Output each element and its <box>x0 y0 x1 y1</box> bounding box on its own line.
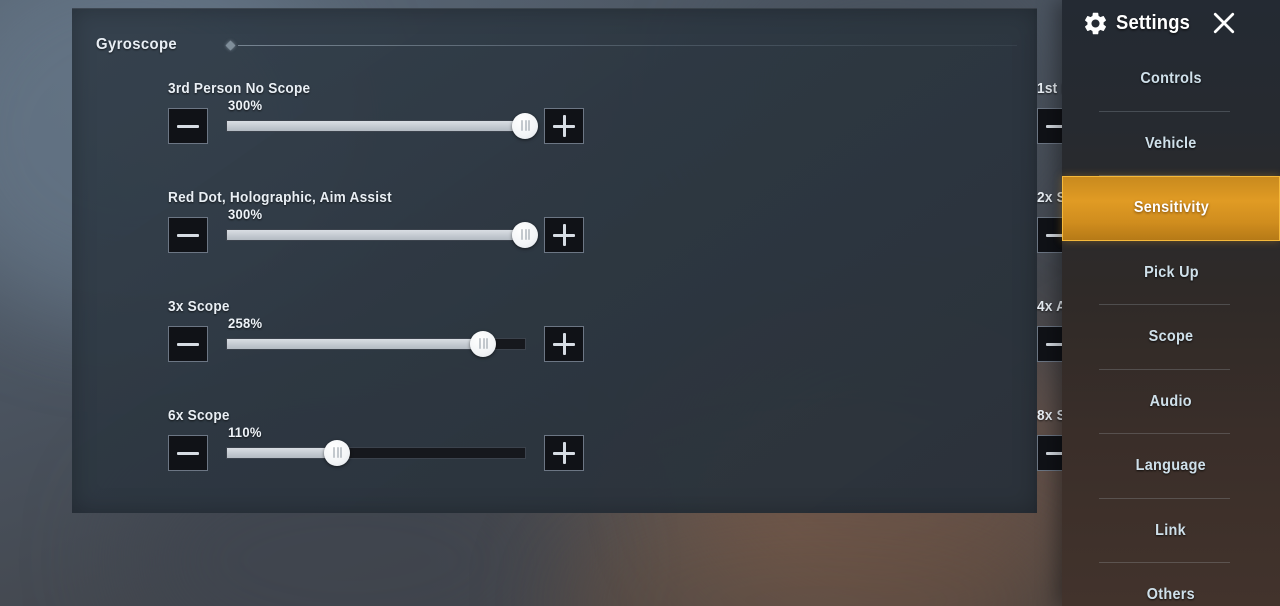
background-blur-decoration <box>560 500 1080 606</box>
decrease-button[interactable] <box>168 326 208 362</box>
sensitivity-setting: 3x Scope 258% <box>72 285 584 394</box>
decrease-button[interactable] <box>168 217 208 253</box>
sidebar-item-label: Vehicle <box>1145 134 1197 152</box>
sidebar-item-label: Sensitivity <box>1133 199 1209 217</box>
sidebar-item-link[interactable]: Link <box>1062 499 1280 564</box>
sidebar-item-label: Link <box>1155 521 1187 539</box>
decrease-button[interactable] <box>168 435 208 471</box>
sidebar-item-label: Scope <box>1148 328 1194 346</box>
decrease-button[interactable] <box>168 108 208 144</box>
sidebar-item-label: Pick Up <box>1143 263 1199 281</box>
sensitivity-setting: Red Dot, Holographic, Aim Assist 300% <box>72 176 584 285</box>
slider-thumb[interactable] <box>324 440 351 466</box>
settings-sidebar: Settings Controls Vehicle Sensitivity Pick … <box>1062 0 1280 606</box>
sidebar-item-sensitivity[interactable]: Sensitivity <box>1062 176 1280 241</box>
setting-label: 6x Scope <box>168 408 230 424</box>
setting-label: Red Dot, Holographic, Aim Assist <box>168 190 392 206</box>
sidebar-item-vehicle[interactable]: Vehicle <box>1062 112 1280 177</box>
sensitivity-setting: 8x Scope134% <box>441 394 1280 503</box>
slider-row: 6x Scope110%8x Scope134% <box>72 394 1280 503</box>
slider-fill <box>227 448 338 458</box>
sidebar-header: Settings <box>1062 0 1280 46</box>
slider-row: 3rd Person No Scope300%1st Person No Sco… <box>72 67 1280 176</box>
sidebar-menu: Controls Vehicle Sensitivity Pick Up Scope Au… <box>1062 46 1280 606</box>
slider-row: Red Dot, Holographic, Aim Assist300%2x S… <box>72 176 1280 285</box>
panel-header: Gyroscope <box>96 31 1017 59</box>
sidebar-title: Settings <box>1116 11 1191 34</box>
sensitivity-setting: 1st Person No Scope300% <box>441 67 1280 176</box>
diamond-marker-icon <box>225 40 236 50</box>
setting-label: 3rd Person No Scope <box>168 81 311 97</box>
sidebar-item-label: Language <box>1135 457 1207 475</box>
sensitivity-setting: 2x Scope300% <box>441 176 1280 285</box>
header-divider <box>238 44 1017 46</box>
close-icon[interactable] <box>1209 8 1239 38</box>
sidebar-item-controls[interactable]: Controls <box>1062 47 1280 112</box>
game-settings-screen: Gyroscope 3rd Person No Scope300%1st Per… <box>0 0 1280 606</box>
sidebar-item-label: Controls <box>1140 70 1202 88</box>
sidebar-item-others[interactable]: Others <box>1062 563 1280 606</box>
sidebar-item-label: Audio <box>1149 392 1193 410</box>
setting-label: 3x Scope <box>168 299 230 315</box>
slider-row: 3x Scope258%4x ACOG Scope, VSS185% <box>72 285 1280 394</box>
sensitivity-setting: 3rd Person No Scope 300% <box>72 67 584 176</box>
section-title-gyroscope: Gyroscope <box>96 36 178 53</box>
sensitivity-setting: 6x Scope 110% <box>72 394 584 503</box>
sidebar-item-scope[interactable]: Scope <box>1062 305 1280 370</box>
setting-value: 300% <box>228 206 263 222</box>
sidebar-item-audio[interactable]: Audio <box>1062 370 1280 435</box>
sidebar-item-pick-up[interactable]: Pick Up <box>1062 241 1280 306</box>
sensitivity-setting: 4x ACOG Scope, VSS185% <box>441 285 1280 394</box>
sensitivity-settings-panel: Gyroscope 3rd Person No Scope300%1st Per… <box>72 8 1280 513</box>
sidebar-item-language[interactable]: Language <box>1062 434 1280 499</box>
setting-value: 300% <box>228 97 263 113</box>
gear-icon <box>1082 10 1109 37</box>
setting-value: 258% <box>228 315 263 331</box>
sensitivity-slider-grid: 3rd Person No Scope300%1st Person No Sco… <box>72 67 1280 503</box>
setting-value: 110% <box>228 424 262 440</box>
sidebar-item-label: Others <box>1146 586 1196 604</box>
